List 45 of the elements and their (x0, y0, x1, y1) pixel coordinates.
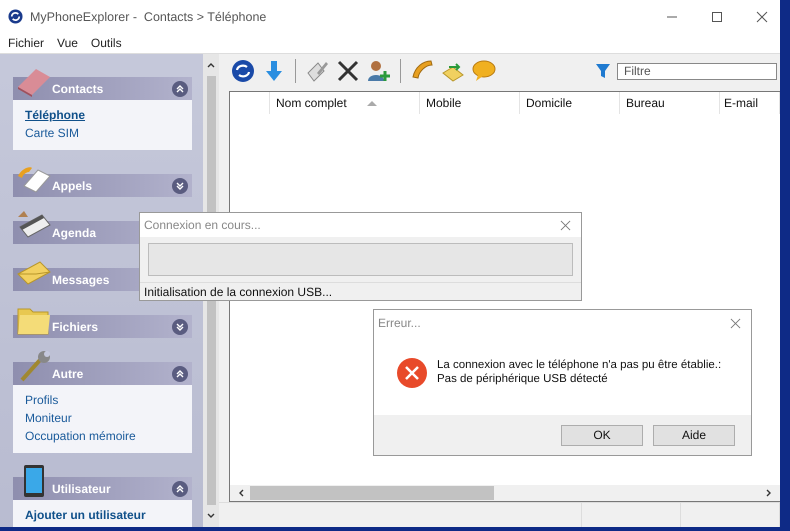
menu-item[interactable]: Vue (57, 36, 78, 50)
collapse-icon[interactable] (172, 480, 188, 496)
sidebar-link[interactable]: Occupation mémoire (25, 427, 136, 445)
close-icon[interactable] (730, 318, 741, 328)
error-icon (396, 356, 428, 388)
group-title: Contacts (52, 82, 104, 96)
column-header[interactable]: Bureau (620, 92, 720, 114)
expand-icon[interactable] (172, 178, 188, 194)
app-logo-icon (8, 9, 23, 24)
delete-icon[interactable] (336, 59, 360, 83)
add-contact-icon[interactable] (367, 59, 391, 83)
filter-field[interactable]: Filtre (617, 62, 777, 80)
collapse-icon[interactable] (172, 366, 188, 382)
column-header[interactable]: Mobile (420, 92, 520, 114)
group-title: Appels (52, 178, 92, 192)
scrollbar-thumb[interactable] (250, 486, 494, 500)
sort-ascending-icon (366, 100, 377, 106)
group-title: Autre (52, 366, 84, 380)
collapse-icon[interactable] (172, 80, 188, 96)
sidebar-link[interactable]: Profils (25, 391, 58, 409)
close-icon[interactable] (756, 10, 768, 22)
error-message: La connexion avec le téléphone n'a pas pu être établie.: Pas de périphérique USB détecté (437, 359, 722, 386)
sidebar-link[interactable]: Moniteur (25, 409, 72, 427)
refresh-icon[interactable] (231, 59, 255, 83)
group-title: Fichiers (52, 320, 98, 334)
column-header[interactable]: Domicile (520, 92, 620, 114)
menu-item[interactable]: Fichier (8, 36, 44, 50)
column-header[interactable]: E-mail (720, 92, 780, 114)
maximize-icon[interactable] (711, 10, 723, 22)
sidebar-link[interactable]: Téléphone (25, 106, 86, 124)
expand-icon[interactable] (172, 318, 188, 334)
group-title: Utilisateur (52, 482, 111, 496)
group-title: Messages (52, 272, 110, 286)
group-title: Agenda (52, 226, 96, 240)
speech-bubble-icon[interactable] (472, 59, 496, 83)
dialog-button[interactable]: Aide (653, 424, 735, 446)
dialog-button[interactable]: OK (561, 424, 643, 446)
filter-icon[interactable] (596, 63, 610, 79)
close-icon[interactable] (560, 220, 571, 231)
sidebar-link[interactable]: Carte SIM (25, 124, 80, 142)
column-header[interactable]: Nom complet (270, 92, 420, 114)
window-title: MyPhoneExplorer - Contacts > Téléphone (30, 10, 266, 24)
dialog-title: Erreur... (378, 316, 421, 330)
menu-item[interactable]: Outils (90, 36, 122, 50)
edit-icon[interactable] (305, 59, 329, 83)
